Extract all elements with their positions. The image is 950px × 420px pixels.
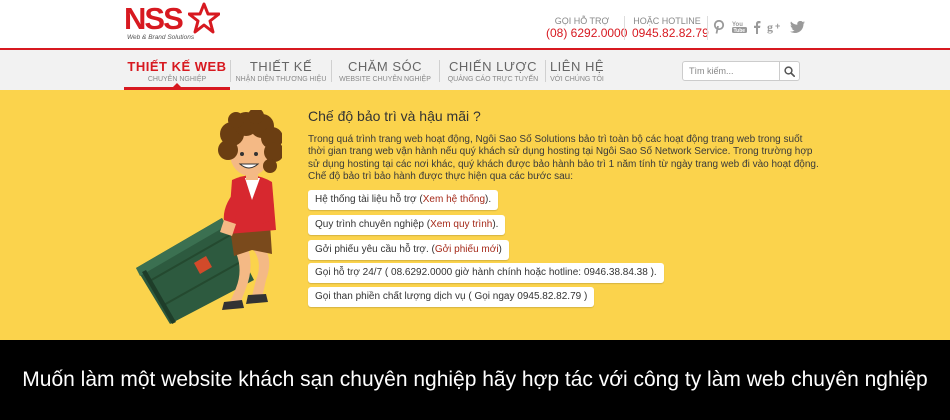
description-line: Chế độ bảo trì bảo hành được thực hiện q… [308, 170, 574, 182]
twitter-icon[interactable] [789, 17, 805, 37]
maintenance-section: Chế độ bảo trì và hậu mãi ? Trong quá tr… [0, 90, 950, 340]
youtube-icon[interactable]: You Tube [731, 17, 747, 37]
logo[interactable]: NSS Web & Brand Solutions [124, 2, 229, 42]
hotline-contact[interactable]: HOẶC HOTLINE 0945.82.82.79 [632, 16, 709, 40]
svg-text:+: + [775, 21, 780, 31]
support-contact[interactable]: GỌI HỖ TRỢ (08) 6292.0000 [546, 16, 628, 40]
header-divider [624, 16, 625, 40]
nav-item-title: THIẾT KẾ [249, 59, 313, 74]
nav-item-title: CHIẾN LƯỢC [449, 59, 537, 74]
view-system-link[interactable]: Xem hệ thống [423, 194, 485, 205]
nav-item-lien-he[interactable]: LIÊN HỆ VỚI CHÚNG TÔI [547, 50, 607, 90]
site-header: NSS Web & Brand Solutions GỌI HỖ TRỢ (08… [0, 0, 950, 48]
nav-item-subtitle: QUẢNG CÁO TRỰC TUYẾN [447, 76, 539, 83]
description-line: sử dụng hosting tại các nơi khác, quý kh… [308, 158, 819, 170]
nav-item-title: THIẾT KẾ WEB [127, 59, 227, 74]
nav-item-subtitle: NHẬN DIỆN THƯƠNG HIỆU [235, 76, 327, 83]
nav-divider [545, 60, 546, 82]
nav-divider [331, 60, 332, 82]
new-ticket-link[interactable]: Gởi phiếu mới [435, 244, 499, 255]
section-title: Chế độ bảo trì và hậu mãi ? [308, 108, 481, 124]
main-nav: THIẾT KẾ WEB CHUYÊN NGHIỆP THIẾT KẾ NHẬN… [0, 48, 950, 90]
hotline-label: HOẶC HOTLINE [633, 16, 701, 26]
nav-item-title: LIÊN HỆ [549, 59, 605, 74]
nav-item-thiet-ke[interactable]: THIẾT KẾ NHẬN DIỆN THƯƠNG HIỆU [232, 50, 330, 90]
nav-divider [230, 60, 231, 82]
nav-item-title: CHĂM SÓC [347, 59, 423, 74]
google-plus-icon[interactable]: g + [767, 17, 783, 37]
step-process: Quy trình chuyên nghiệp (Xem quy trình). [308, 215, 506, 235]
maintenance-content: Chế độ bảo trì và hậu mãi ? Trong quá tr… [308, 107, 828, 183]
svg-text:g: g [767, 20, 773, 34]
caption-bar: Muốn làm một website khách sạn chuyên ng… [0, 340, 950, 420]
logo-text: NSS [124, 1, 184, 36]
caption-text: Muốn làm một website khách sạn chuyên ng… [22, 368, 928, 391]
active-indicator [173, 83, 181, 87]
nav-item-subtitle: VỚI CHÚNG TÔI [550, 76, 604, 83]
svg-text:Tube: Tube [733, 28, 745, 34]
view-process-link[interactable]: Xem quy trình [430, 219, 492, 230]
support-number: (08) 6292.0000 [546, 26, 628, 40]
nav-divider [439, 60, 440, 82]
logo-star-icon [188, 2, 220, 34]
search-icon [784, 65, 795, 77]
step-documentation: Hệ thống tài liệu hỗ trợ (Xem hệ thống). [308, 190, 499, 210]
nav-item-cham-soc[interactable]: CHĂM SÓC WEBSITE CHUYÊN NGHIỆP [333, 50, 437, 90]
description-line: thời gian trang web vận hành nếu quý khá… [308, 146, 813, 158]
nav-item-chien-luoc[interactable]: CHIẾN LƯỢC QUẢNG CÁO TRỰC TUYẾN [441, 50, 545, 90]
search-button[interactable] [779, 62, 799, 80]
support-label: GỌI HỖ TRỢ [554, 16, 610, 26]
hotline-number: 0945.82.82.79 [632, 26, 709, 40]
description-line: Trong quá trình trang web hoạt động, Ngô… [308, 134, 803, 145]
step-support-ticket: Gởi phiếu yêu cầu hỗ trợ. (Gởi phiếu mới… [308, 240, 509, 260]
logo-subtitle: Web & Brand Solutions [127, 34, 195, 41]
nav-item-subtitle: WEBSITE CHUYÊN NGHIỆP [339, 76, 431, 83]
nav-item-thiet-ke-web[interactable]: THIẾT KẾ WEB CHUYÊN NGHIỆP [124, 50, 230, 90]
pinterest-icon[interactable] [712, 17, 726, 37]
man-pushing-suitcase-illustration [136, 110, 282, 324]
header-divider [707, 16, 708, 40]
search-input[interactable] [683, 62, 779, 80]
section-description: Trong quá trình trang web hoạt động, Ngô… [308, 134, 828, 183]
search-box [682, 61, 800, 81]
step-complaint: Gọi than phiền chất lượng dịch vụ ( Gọi … [308, 287, 595, 307]
facebook-icon[interactable] [752, 17, 762, 37]
step-24-7-support: Gọi hỗ trợ 24/7 ( 08.6292.0000 giờ hành … [308, 263, 664, 283]
